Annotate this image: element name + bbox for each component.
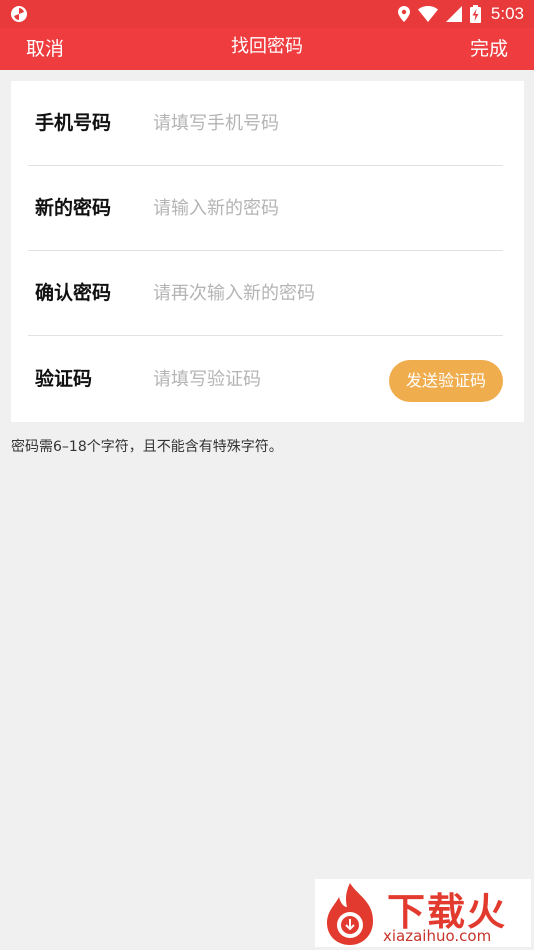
watermark-logo: 下载火 xiazaihuo.com bbox=[315, 879, 531, 947]
location-icon bbox=[397, 6, 410, 22]
toolbar: 取消 找回密码 完成 bbox=[0, 28, 534, 70]
divider bbox=[28, 335, 503, 336]
status-bar: 5:03 bbox=[0, 0, 534, 28]
password-rule-hint: 密码需6–18个字符，且不能含有特殊字符。 bbox=[11, 439, 283, 455]
battery-charging-icon bbox=[469, 5, 481, 23]
confirm-password-input[interactable] bbox=[153, 273, 493, 313]
done-button[interactable]: 完成 bbox=[470, 28, 508, 70]
phone-row: 手机号码 bbox=[28, 81, 503, 166]
phone-label: 手机号码 bbox=[35, 112, 112, 134]
verification-code-row: 验证码 发送验证码 bbox=[28, 337, 503, 422]
verification-code-label: 验证码 bbox=[35, 368, 93, 390]
form-card: 手机号码 新的密码 确认密码 验证码 发送验证码 bbox=[11, 81, 524, 422]
app-logo-icon bbox=[11, 6, 27, 22]
verification-code-input[interactable] bbox=[153, 359, 413, 399]
watermark-url: xiazaihuo.com bbox=[383, 927, 492, 945]
confirm-password-row: 确认密码 bbox=[28, 251, 503, 336]
clock-time: 5:03 bbox=[490, 4, 524, 23]
send-code-button[interactable]: 发送验证码 bbox=[389, 360, 503, 402]
wifi-icon bbox=[417, 6, 438, 22]
page-title: 找回密码 bbox=[231, 36, 303, 57]
new-password-row: 新的密码 bbox=[28, 166, 503, 251]
signal-icon bbox=[445, 6, 462, 22]
status-icons: 5:03 bbox=[397, 0, 524, 28]
confirm-password-label: 确认密码 bbox=[35, 282, 112, 304]
phone-input[interactable] bbox=[153, 103, 493, 143]
new-password-input[interactable] bbox=[153, 188, 493, 228]
flame-logo-icon bbox=[327, 883, 373, 945]
new-password-label: 新的密码 bbox=[35, 197, 112, 219]
